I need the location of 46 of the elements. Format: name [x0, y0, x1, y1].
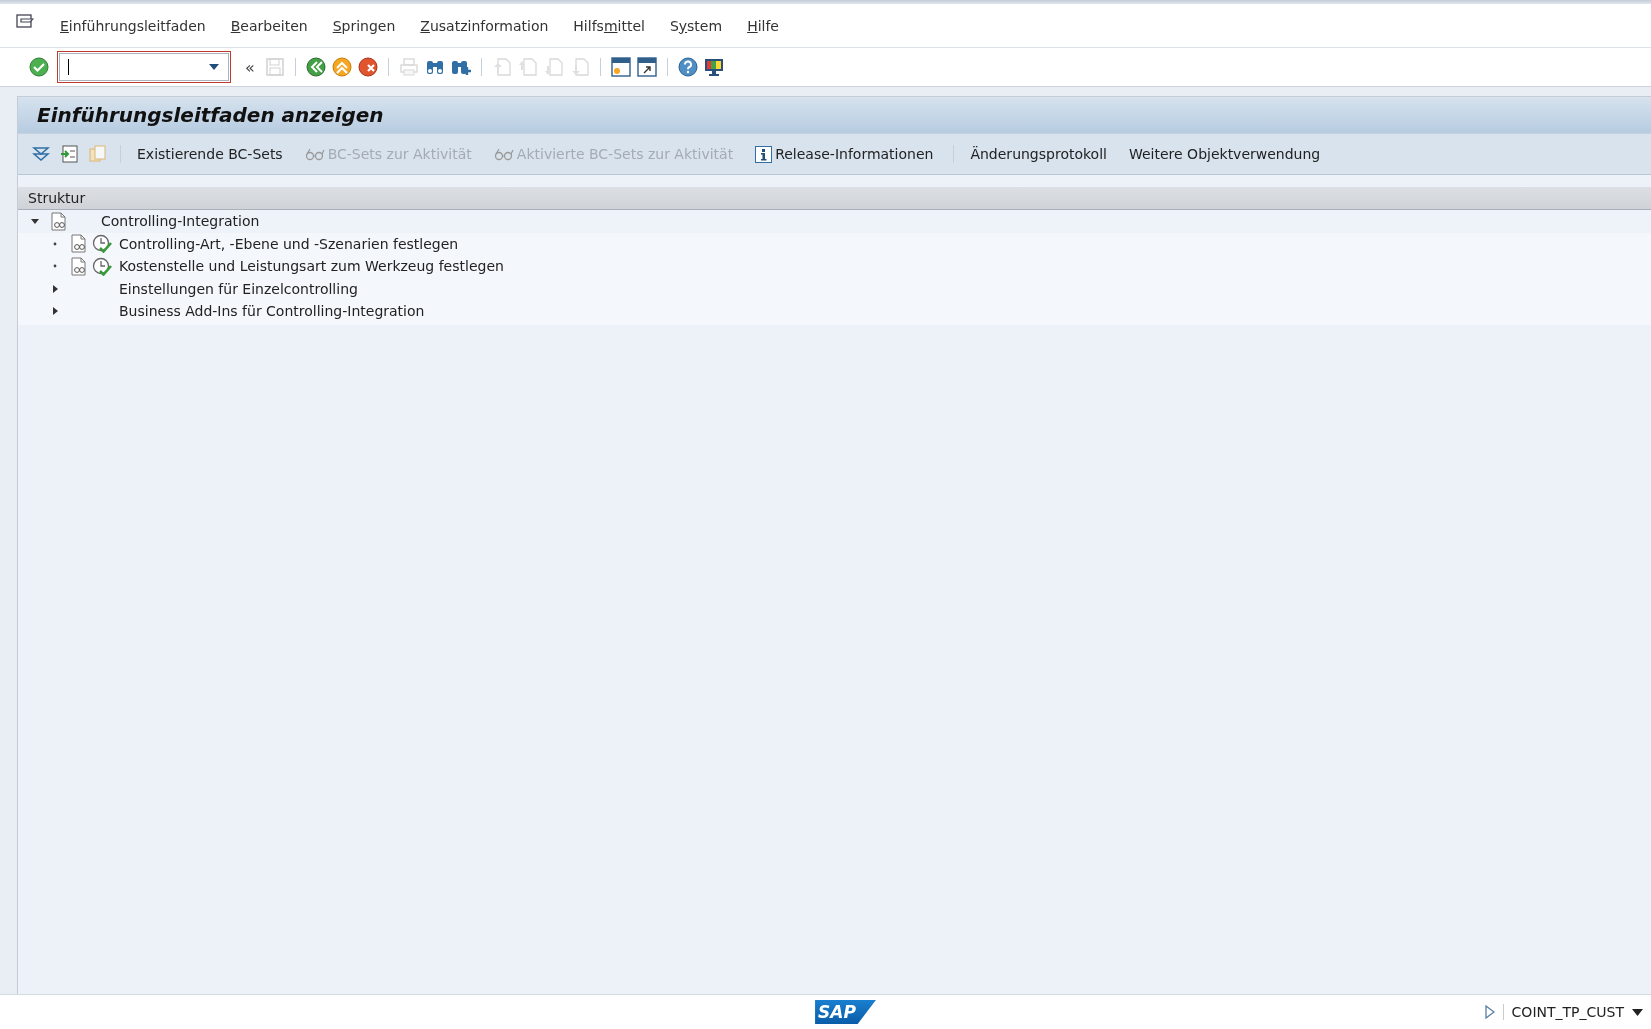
- menu-item[interactable]: Hilfsmittel: [561, 17, 657, 34]
- enter-icon[interactable]: [29, 57, 49, 77]
- transaction-code[interactable]: COINT_TP_CUST: [1511, 1004, 1624, 1020]
- help-icon[interactable]: [677, 57, 698, 77]
- tree-node[interactable]: Kostenstelle und Leistungsart zum Werkzeug festlegen: [119, 258, 504, 275]
- tree-node[interactable]: Controlling-Integration: [101, 213, 260, 230]
- back-icon[interactable]: [305, 57, 326, 77]
- clock-check-icon[interactable]: [92, 234, 112, 254]
- clock-check-icon[interactable]: [92, 256, 112, 276]
- glasses-icon: [493, 147, 514, 161]
- menu-item[interactable]: Zusatzinformation: [408, 17, 561, 34]
- expand-arrow-icon[interactable]: [50, 306, 60, 317]
- new-window-icon[interactable]: [610, 57, 631, 77]
- document-glasses-icon: [51, 211, 66, 231]
- info-icon: [755, 145, 773, 163]
- tree-node[interactable]: Business Add-Ins für Controlling-Integration: [119, 303, 425, 320]
- tree-node[interactable]: Controlling-Art, -Ebene und -Szenarien festlegen: [119, 235, 459, 252]
- document-glasses-icon: [71, 234, 86, 254]
- shortcut-icon[interactable]: [636, 57, 657, 77]
- exit-icon[interactable]: [331, 57, 352, 77]
- expand-status-icon[interactable]: [1484, 1005, 1495, 1019]
- screen-title: Einführungsleitfaden anzeigen: [37, 103, 384, 127]
- menu-item[interactable]: System: [657, 17, 735, 34]
- toolbar-button[interactable]: Weitere Objektverwendung: [1122, 146, 1327, 162]
- menu-item[interactable]: Einführungsleitfaden: [48, 17, 218, 34]
- menu-item[interactable]: Bearbeiten: [218, 17, 320, 34]
- menu-item[interactable]: Springen: [320, 17, 408, 34]
- command-field[interactable]: [59, 53, 229, 81]
- history-button[interactable]: «: [241, 57, 259, 77]
- expand-all-icon[interactable]: [32, 145, 50, 163]
- toolbar-button[interactable]: Änderungsprotokoll: [964, 146, 1113, 162]
- sap-logo: SAP: [815, 1000, 876, 1024]
- document-glasses-icon: [71, 256, 86, 276]
- execute-icon[interactable]: [60, 145, 78, 163]
- glasses-icon: [304, 147, 325, 161]
- cancel-icon[interactable]: [357, 57, 378, 77]
- toolbar-button[interactable]: Release-Informationen: [749, 145, 940, 163]
- dropdown-caret-icon[interactable]: [1632, 1008, 1643, 1016]
- dropdown-caret-icon[interactable]: [208, 63, 220, 71]
- toolbar-button[interactable]: Existierende BC-Sets: [131, 146, 289, 162]
- tree-node[interactable]: Einstellungen für Einzelcontrolling: [119, 280, 358, 297]
- column-heading: Struktur: [28, 190, 86, 206]
- menu-item[interactable]: Hilfe: [735, 17, 791, 34]
- monitor-icon[interactable]: [703, 57, 724, 77]
- expand-arrow-icon[interactable]: [50, 283, 60, 294]
- menu-icon[interactable]: [16, 13, 34, 30]
